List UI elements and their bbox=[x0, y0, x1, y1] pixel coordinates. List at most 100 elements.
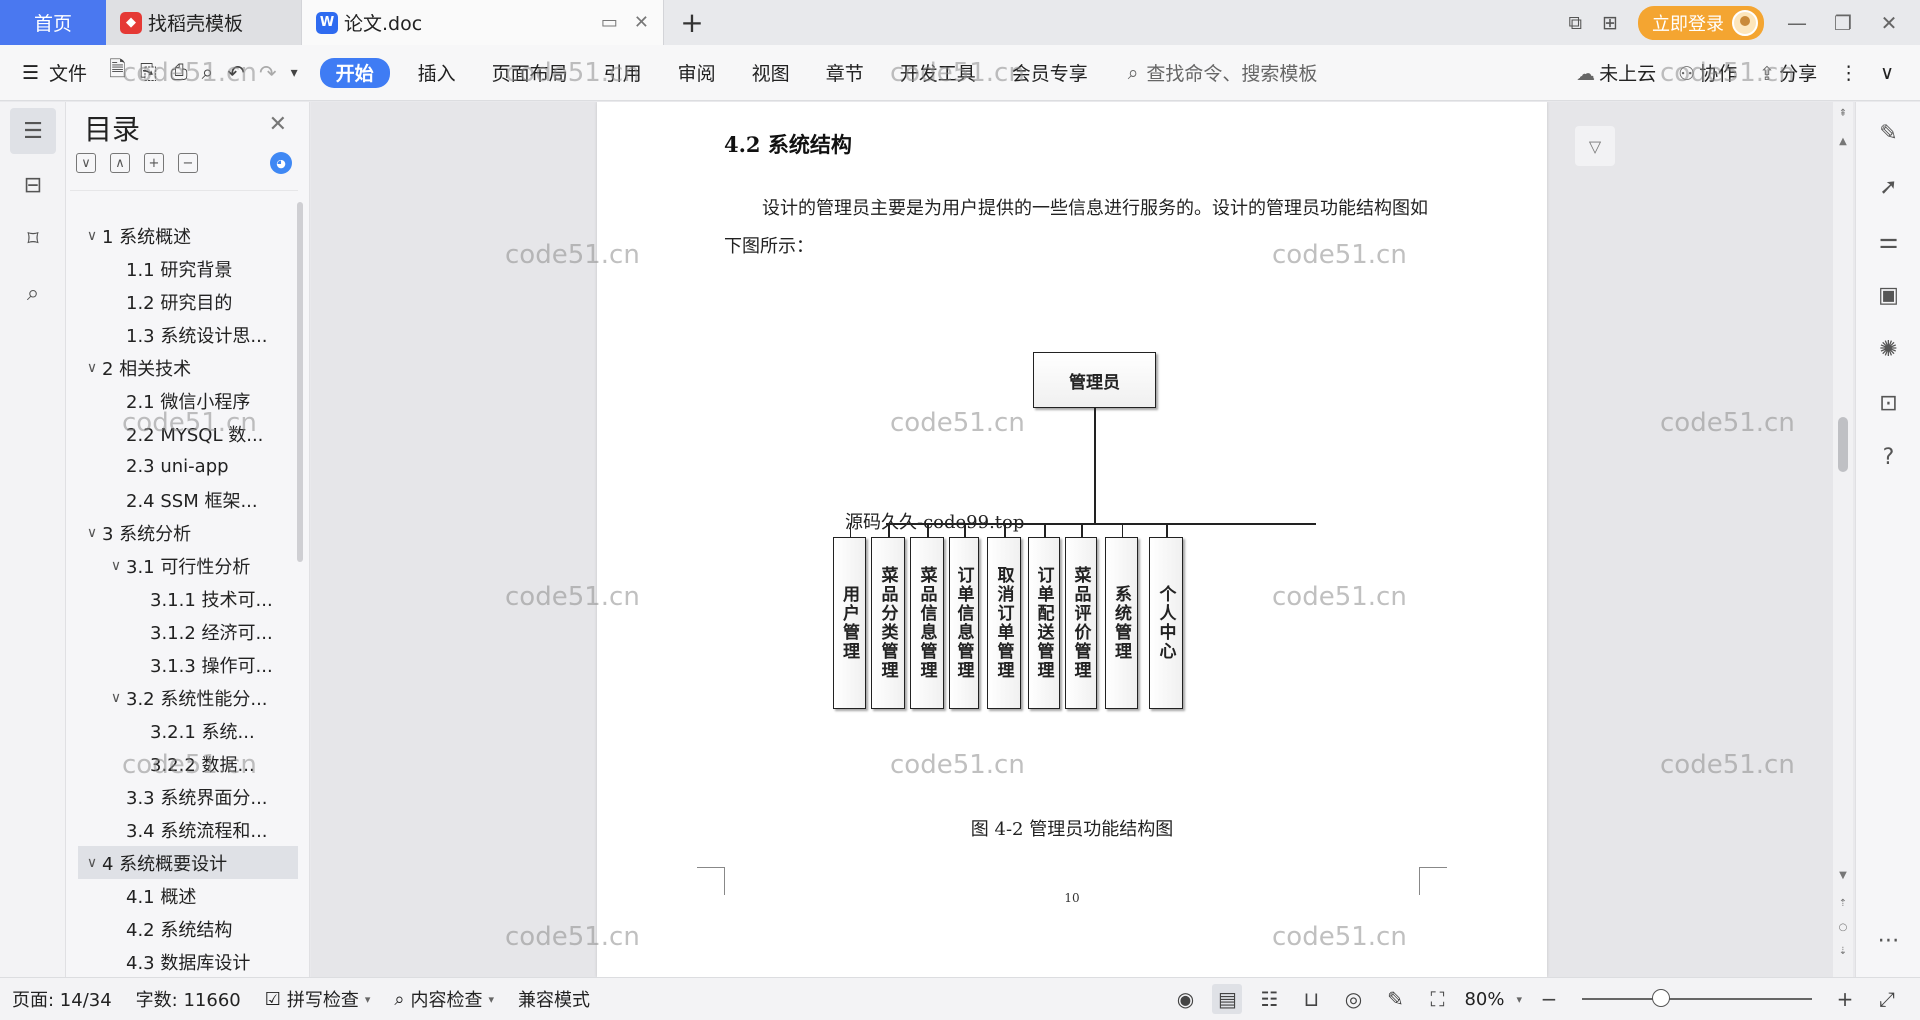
adjust-icon[interactable]: ⚌ bbox=[1856, 214, 1920, 268]
ribbon-tab-3[interactable]: 引用 bbox=[586, 45, 660, 101]
next-page-icon[interactable]: ⇣ bbox=[1833, 946, 1853, 957]
ribbon-tab-5[interactable]: 视图 bbox=[734, 45, 808, 101]
toc-item[interactable]: 2.3 uni-app bbox=[70, 450, 298, 483]
remove-heading-icon[interactable]: − bbox=[178, 153, 198, 173]
toc-item[interactable]: 2.1 微信小程序 bbox=[70, 384, 298, 417]
page-indicator[interactable]: 页面: 14/34 bbox=[0, 986, 124, 1012]
cloud-status[interactable]: ☁ 未上云 bbox=[1576, 59, 1656, 86]
more-icon[interactable]: ⋯ bbox=[1856, 913, 1920, 967]
close-tab-icon[interactable]: ✕ bbox=[634, 12, 649, 33]
ribbon-tab-2[interactable]: 页面布局 bbox=[474, 45, 586, 101]
command-search[interactable]: ⌕ 查找命令、搜索模板 bbox=[1128, 59, 1318, 86]
eye-protection-icon[interactable]: ◉ bbox=[1170, 984, 1200, 1014]
minimize-icon[interactable]: — bbox=[1784, 11, 1810, 35]
edit-pen-icon[interactable]: ✎ bbox=[1856, 106, 1920, 160]
collaborate-button[interactable]: ⚇ 协作 bbox=[1678, 59, 1737, 86]
toc-item[interactable]: 4.2 系统结构 bbox=[70, 912, 298, 945]
ribbon-tab-1[interactable]: 插入 bbox=[400, 45, 474, 101]
toc-item[interactable]: 2.4 SSM 框架... bbox=[70, 483, 298, 516]
chapter-nav-icon[interactable]: ⊟ bbox=[10, 162, 56, 208]
fit-page-icon[interactable]: ⛶ bbox=[1422, 984, 1452, 1014]
scroll-up-icon[interactable]: ▲ bbox=[1833, 136, 1853, 147]
toc-item[interactable]: 2.2 MYSQL 数... bbox=[70, 417, 298, 450]
ribbon-tab-0[interactable]: 开始 bbox=[319, 57, 390, 88]
chevron-down-icon[interactable]: ∨ bbox=[82, 525, 102, 541]
ribbon-tab-6[interactable]: 章节 bbox=[808, 45, 882, 101]
scroll-top-icon[interactable]: ⇞ bbox=[1833, 108, 1853, 119]
print-preview-icon[interactable]: ⌕ bbox=[202, 60, 214, 85]
compat-mode[interactable]: 兼容模式 bbox=[506, 986, 602, 1012]
share-button[interactable]: ⇪ 分享 bbox=[1759, 59, 1817, 86]
outline-view-icon[interactable]: ☷ bbox=[1254, 984, 1284, 1014]
chevron-down-icon[interactable]: ∨ bbox=[82, 360, 102, 376]
zoom-out-icon[interactable]: − bbox=[1534, 984, 1564, 1014]
prev-page-icon[interactable]: ⇡ bbox=[1833, 898, 1853, 909]
ribbon-tab-8[interactable]: 会员专享 bbox=[994, 45, 1106, 101]
collapse-all-icon[interactable]: ∧ bbox=[110, 153, 130, 173]
content-check-button[interactable]: ⌕ 内容检查 ▾ bbox=[382, 986, 506, 1012]
new-tab-button[interactable]: + bbox=[664, 0, 720, 45]
ai-spark-icon[interactable]: ✺ bbox=[1856, 322, 1920, 376]
close-icon[interactable]: ✕ bbox=[269, 112, 287, 137]
ai-assistant-icon[interactable]: ◕ bbox=[270, 152, 292, 174]
zoom-level[interactable]: 80% bbox=[1464, 989, 1504, 1010]
chevron-down-icon[interactable]: ∨ bbox=[82, 228, 102, 244]
toc-item[interactable]: 3.1.3 操作可... bbox=[70, 648, 298, 681]
toc-item[interactable]: 4.1 概述 bbox=[70, 879, 298, 912]
select-cursor-icon[interactable]: ➚ bbox=[1856, 160, 1920, 214]
document-page[interactable]: 4.2 系统结构 设计的管理员主要是为用户提供的一些信息进行服务的。设计的管理员… bbox=[597, 102, 1547, 977]
tab-document[interactable]: W 论文.doc ▭ ✕ bbox=[302, 0, 664, 45]
help-icon[interactable]: ? bbox=[1856, 430, 1920, 484]
restore-icon[interactable]: ❐ bbox=[1830, 11, 1856, 35]
file-menu[interactable]: ☰ 文件 bbox=[0, 59, 109, 86]
toc-scrollbar[interactable] bbox=[297, 202, 303, 562]
expand-dropdown-icon[interactable]: ▽ bbox=[1575, 126, 1615, 166]
more-icon[interactable]: ⋮ bbox=[1839, 62, 1858, 84]
select-browse-icon[interactable]: ○ bbox=[1833, 922, 1853, 933]
export-icon[interactable]: ⎘ bbox=[140, 60, 157, 85]
bookmark-icon[interactable]: ⌑ bbox=[10, 216, 56, 262]
layout-icon[interactable]: ⧉ bbox=[1569, 12, 1583, 34]
zoom-slider-knob[interactable] bbox=[1652, 989, 1670, 1007]
image-tool-icon[interactable]: ▣ bbox=[1856, 268, 1920, 322]
spell-check-button[interactable]: ☑ 拼写检查 ▾ bbox=[253, 986, 383, 1012]
toc-item[interactable]: ∨ 1 系统概述 bbox=[70, 219, 298, 252]
chevron-down-icon[interactable]: ∨ bbox=[82, 855, 102, 871]
page-view-icon[interactable]: ▤ bbox=[1212, 984, 1243, 1014]
undo-icon[interactable]: ↶ bbox=[227, 61, 245, 85]
redo-icon[interactable]: ↷ bbox=[259, 61, 277, 85]
toc-item[interactable]: 3.1.2 经济可... bbox=[70, 615, 298, 648]
fullscreen-icon[interactable]: ⤢ bbox=[1872, 984, 1902, 1014]
quick-access-dropdown-icon[interactable]: ▾ bbox=[291, 65, 298, 81]
toc-item[interactable]: 1.3 系统设计思... bbox=[70, 318, 298, 351]
save-icon[interactable]: 🗎 bbox=[109, 55, 126, 90]
login-button[interactable]: 立即登录 bbox=[1638, 5, 1764, 40]
find-icon[interactable]: ⌕ bbox=[10, 270, 56, 316]
ribbon-tab-4[interactable]: 审阅 bbox=[660, 45, 734, 101]
write-view-icon[interactable]: ✎ bbox=[1380, 984, 1410, 1014]
home-tab[interactable]: 首页 bbox=[0, 0, 106, 45]
reading-view-icon[interactable]: ⊔ bbox=[1296, 984, 1326, 1014]
toc-item[interactable]: 3.4 系统流程和... bbox=[70, 813, 298, 846]
scroll-thumb[interactable] bbox=[1838, 417, 1848, 472]
expand-all-icon[interactable]: ∨ bbox=[76, 153, 96, 173]
scroll-down-icon[interactable]: ▼ bbox=[1833, 870, 1853, 881]
chevron-down-icon[interactable]: ∨ bbox=[106, 558, 126, 574]
zoom-in-icon[interactable]: + bbox=[1830, 984, 1860, 1014]
print-icon[interactable]: ⎙ bbox=[171, 60, 188, 85]
toc-item[interactable]: 1.2 研究目的 bbox=[70, 285, 298, 318]
toc-item[interactable]: ∨ 3.2 系统性能分... bbox=[70, 681, 298, 714]
collapse-ribbon-icon[interactable]: ∨ bbox=[1880, 62, 1894, 84]
close-window-icon[interactable]: ✕ bbox=[1876, 11, 1902, 35]
toc-item[interactable]: 3.2.1 系统... bbox=[70, 714, 298, 747]
toc-icon[interactable]: ☰ bbox=[10, 108, 56, 154]
chevron-down-icon[interactable]: ▾ bbox=[1516, 993, 1522, 1006]
word-count[interactable]: 字数: 11660 bbox=[124, 986, 253, 1012]
web-view-icon[interactable]: ◎ bbox=[1338, 984, 1368, 1014]
vertical-scrollbar[interactable]: ⇞ ▲ ▼ ⇡ ○ ⇣ bbox=[1833, 102, 1853, 977]
ribbon-tab-7[interactable]: 开发工具 bbox=[882, 45, 994, 101]
toc-item[interactable]: ∨ 3.1 可行性分析 bbox=[70, 549, 298, 582]
toc-item[interactable]: 3.1.1 技术可... bbox=[70, 582, 298, 615]
toc-item[interactable]: ∨ 4 系统概要设计 bbox=[78, 846, 298, 879]
zoom-slider[interactable] bbox=[1582, 989, 1812, 1007]
